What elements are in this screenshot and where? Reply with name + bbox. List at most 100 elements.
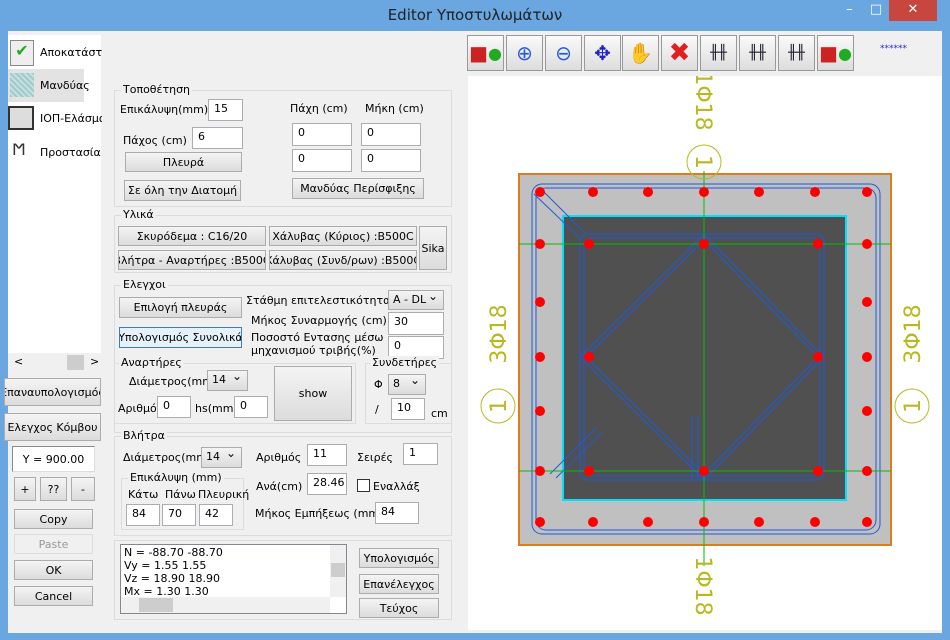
rebar-dot: [862, 297, 872, 307]
length-2-input[interactable]: 0: [361, 149, 421, 172]
thicknesses-header: Πάχη (cm): [290, 102, 348, 115]
drawing-canvas[interactable]: 1 1 1 1Φ18 1Φ18 3Φ18 3Φ18: [468, 71, 942, 630]
protection-icon: Ϻ: [12, 140, 26, 159]
plus-button[interactable]: +: [14, 477, 36, 501]
group-title: Υλικά: [121, 208, 156, 221]
dowel-diameter-select[interactable]: 14: [201, 446, 242, 468]
whole-section-button[interactable]: Σε όλη την Διατομή: [124, 180, 241, 201]
top-cover-input[interactable]: 70: [162, 504, 196, 526]
scroll-thumb[interactable]: [139, 598, 173, 612]
sidebar-item-label: Μανδύας: [40, 79, 90, 92]
pan-hand-icon[interactable]: ✋: [622, 35, 659, 71]
side-button[interactable]: Πλευρά: [125, 152, 242, 172]
rebar-dot: [584, 466, 594, 476]
rebar-dot: [862, 406, 872, 416]
paste-button[interactable]: Paste: [14, 534, 93, 554]
jacket-icon: [10, 73, 34, 97]
performance-level-select[interactable]: A - DL: [388, 289, 444, 310]
embedment-length-input[interactable]: 84: [375, 502, 419, 524]
sidebar-item-jacket[interactable]: Μανδύας: [8, 69, 90, 102]
copy-button[interactable]: Copy: [14, 509, 93, 529]
sika-button[interactable]: Sika: [419, 226, 447, 270]
rebar-dot: [862, 517, 872, 527]
lap-length-input[interactable]: 30: [388, 312, 444, 335]
cover-input[interactable]: 15: [208, 99, 243, 121]
dowel-count-input[interactable]: 11: [307, 444, 347, 466]
cancel-button[interactable]: Cancel: [14, 586, 93, 606]
side-cover-input[interactable]: 42: [199, 504, 233, 526]
3d-shapes-icon[interactable]: ■ ●: [467, 35, 504, 71]
rows-input[interactable]: 1: [403, 443, 438, 465]
rebar-dot: [584, 239, 594, 249]
delete-icon[interactable]: ✖: [661, 35, 698, 71]
ok-button[interactable]: OK: [14, 560, 93, 580]
minus-button[interactable]: -: [71, 477, 95, 501]
tie-spacing-input[interactable]: 10: [391, 398, 425, 420]
rebar-dot: [588, 517, 598, 527]
tie-diameter-select[interactable]: 8: [388, 373, 426, 395]
side-label: Πλευρική: [198, 488, 250, 501]
scroll-thumb[interactable]: [331, 563, 345, 577]
close-button[interactable]: ✕: [889, 0, 937, 21]
concrete-button[interactable]: Σκυρόδεμα : C16/20: [118, 226, 266, 246]
top-label: Πάνω: [165, 488, 196, 501]
calculate-button[interactable]: Υπολογισμός: [359, 548, 439, 568]
report-button[interactable]: Τεύχος: [359, 598, 439, 618]
marker-top: 1: [690, 155, 715, 169]
vertical-scrollbar[interactable]: [330, 545, 346, 597]
length-1-input[interactable]: 0: [361, 123, 421, 146]
zoom-in-icon[interactable]: ⊕: [506, 35, 543, 71]
results-textbox[interactable]: N = -88.70 -88.70 Vy = 1.55 1.55 Vz = 18…: [120, 544, 347, 614]
scroll-thumb[interactable]: [67, 355, 84, 370]
confinement-jacket-button[interactable]: Μανδύας Περίσφιξης: [292, 178, 424, 199]
zoom-out-icon[interactable]: ⊖: [545, 35, 582, 71]
3d-shapes-icon[interactable]: ■ ●: [817, 35, 854, 71]
rebar-right-icon[interactable]: ╫╫: [778, 35, 815, 71]
thickness-input[interactable]: 6: [192, 127, 243, 149]
group-title: Τοποθέτηση: [121, 83, 193, 96]
rebar-dot: [862, 187, 872, 197]
calculate-total-button[interactable]: Υπολογισμός Συνολικά: [119, 327, 242, 348]
title-bar: Editor Υποστυλωμάτων – □ ✕: [0, 0, 950, 32]
horizontal-scrollbar[interactable]: [121, 597, 330, 613]
minimize-button[interactable]: –: [836, 0, 863, 21]
node-check-button[interactable]: Ελεγχος Κόμβου: [4, 413, 101, 441]
hanger-count-input[interactable]: 0: [157, 396, 191, 418]
result-line: N = -88.70 -88.70: [124, 546, 223, 559]
dowels-material-button[interactable]: Βλήτρα - Αναρτήρες :B500C: [118, 250, 266, 270]
dowel-diameter-label: Διάμετρος(mm): [123, 451, 212, 464]
window-title: Editor Υποστυλωμάτων: [387, 6, 563, 24]
hanger-diameter-select[interactable]: 14: [207, 369, 248, 391]
spacing-input[interactable]: 28.46: [307, 473, 347, 495]
bottom-cover-input[interactable]: 84: [126, 504, 160, 526]
rebar-dot: [699, 466, 709, 476]
zoom-extents-icon[interactable]: ✥: [584, 35, 621, 71]
main-steel-button[interactable]: Χάλυβας (Κύριος) :B500C: [269, 226, 417, 246]
recalculate-button[interactable]: Επαναυπολογισμός: [4, 378, 101, 406]
right-bar-label: 3Φ18: [901, 304, 926, 363]
hs-input[interactable]: 0: [234, 396, 268, 418]
recheck-button[interactable]: Επανέλεγχος: [359, 574, 439, 594]
rebar-dot: [813, 239, 823, 249]
tie-steel-button[interactable]: Χάλυβας (Συνδ/ρων) :B500C: [269, 250, 417, 270]
query-button[interactable]: ??: [40, 477, 67, 501]
rebar-up-icon[interactable]: ╫╫: [739, 35, 776, 71]
alternate-checkbox[interactable]: [357, 479, 370, 492]
sidebar-hscrollbar[interactable]: < >: [8, 355, 101, 371]
rebar-dot: [643, 517, 653, 527]
maximize-button[interactable]: □: [863, 0, 889, 21]
dowel-count-label: Αριθμός: [256, 451, 302, 464]
sidebar-item-label: Προστασία: [40, 146, 101, 159]
left-bar-label: 3Φ18: [487, 304, 512, 363]
scroll-right-icon[interactable]: >: [90, 355, 99, 368]
show-button[interactable]: show: [274, 366, 352, 421]
rebar-dot: [535, 239, 545, 249]
select-side-button[interactable]: Επιλογή πλευράς: [119, 297, 242, 318]
rebar-dot: [754, 517, 764, 527]
thickness-2-input[interactable]: 0: [292, 149, 352, 172]
scroll-left-icon[interactable]: <: [14, 355, 23, 368]
hs-label: hs(mm): [195, 402, 238, 415]
rebar-move-icon[interactable]: ╫╫: [700, 35, 737, 71]
thickness-1-input[interactable]: 0: [292, 123, 352, 146]
top-bar-label: 1Φ18: [690, 76, 715, 131]
